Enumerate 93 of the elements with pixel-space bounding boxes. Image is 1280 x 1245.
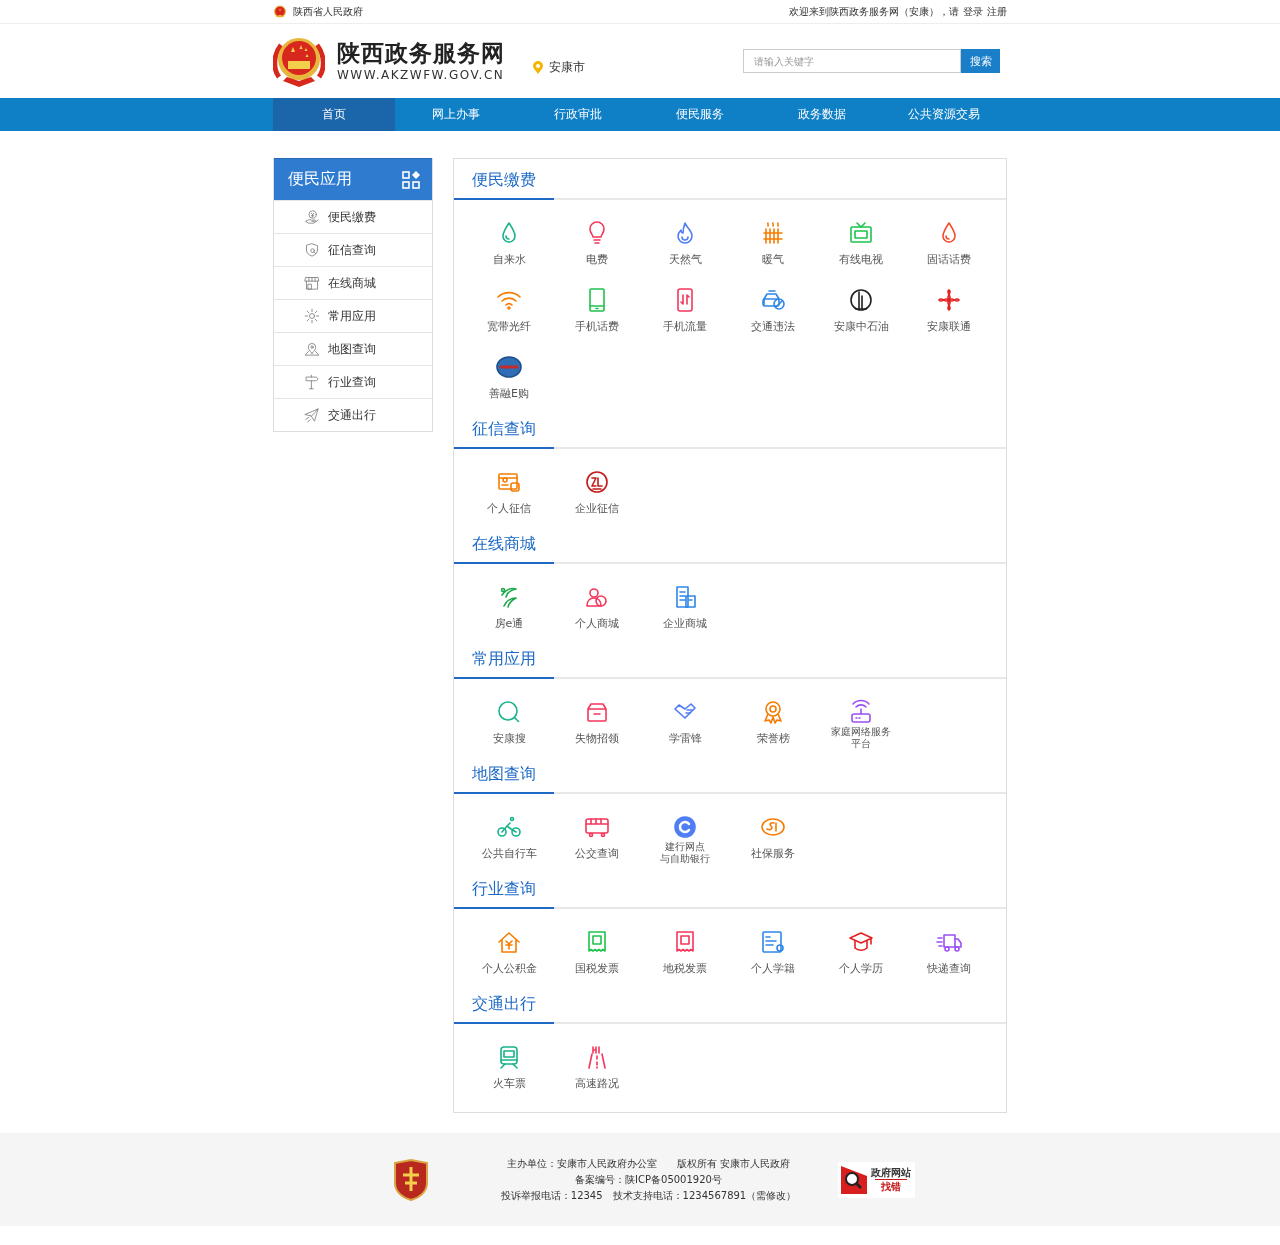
section-title: 在线商城 bbox=[454, 526, 554, 564]
nav-tab[interactable]: 政务数据 bbox=[761, 98, 883, 131]
app-link[interactable]: 公交查询 bbox=[553, 801, 641, 868]
magnifier-icon bbox=[841, 1165, 867, 1194]
app-link[interactable]: 地税发票 bbox=[641, 916, 729, 983]
app-link[interactable]: 房e通 bbox=[465, 571, 553, 638]
app-link[interactable]: 有线电视 bbox=[817, 207, 905, 274]
nav-tab[interactable]: 便民服务 bbox=[639, 98, 761, 131]
search-field[interactable]: 请输入关键字 bbox=[743, 49, 961, 73]
footer-text: 备案编号：陕ICP备05001920号 bbox=[575, 1173, 722, 1186]
paper-plane-icon bbox=[304, 407, 320, 423]
footer-text: 投诉举报电话：12345 技术支持电话：1234567891（需修改） bbox=[500, 1189, 797, 1202]
site-title: 陕西政务服务网 bbox=[337, 39, 505, 67]
hand-coin-icon bbox=[304, 209, 320, 225]
app-link[interactable]: 国税发票 bbox=[553, 916, 641, 983]
shield-badge-icon bbox=[393, 1158, 429, 1201]
stamp-logo-icon bbox=[584, 469, 610, 495]
app-link[interactable]: 高速路况 bbox=[553, 1031, 641, 1098]
app-link[interactable]: 社保服务 bbox=[729, 801, 817, 868]
app-link[interactable]: 火车票 bbox=[465, 1031, 553, 1098]
knot-icon bbox=[936, 287, 962, 313]
section-title: 地图查询 bbox=[454, 756, 554, 794]
location-pin-icon bbox=[533, 60, 543, 74]
app-link[interactable]: 安康搜 bbox=[465, 686, 553, 753]
tv-icon bbox=[848, 220, 874, 246]
section-title: 常用应用 bbox=[454, 641, 554, 679]
app-link[interactable]: 交通违法 bbox=[729, 274, 817, 341]
nav-tab[interactable]: 行政审批 bbox=[517, 98, 639, 131]
app-link[interactable]: 安康中石油 bbox=[817, 274, 905, 341]
app-link[interactable]: 公共自行车 bbox=[465, 801, 553, 868]
map-pin-icon bbox=[304, 341, 320, 357]
top-link[interactable]: 登录 bbox=[963, 4, 983, 19]
section-title: 交通出行 bbox=[454, 986, 554, 1024]
top-link[interactable]: 注册 bbox=[987, 4, 1007, 19]
oval-logo-icon bbox=[496, 354, 522, 380]
circle-logo-icon bbox=[848, 287, 874, 313]
location-name[interactable]: 安康市 bbox=[549, 58, 585, 76]
shop-icon bbox=[304, 275, 320, 291]
nav-tab[interactable]: 首页 bbox=[273, 98, 395, 131]
app-link[interactable]: 快递查询 bbox=[905, 916, 993, 983]
app-link[interactable]: 宽带光纤 bbox=[465, 274, 553, 341]
router-icon bbox=[848, 699, 874, 725]
app-link[interactable]: 自来水 bbox=[465, 207, 553, 274]
app-link[interactable]: 天然气 bbox=[641, 207, 729, 274]
nav-tab[interactable]: 网上办事 bbox=[395, 98, 517, 131]
app-link[interactable]: 手机话费 bbox=[553, 274, 641, 341]
app-link[interactable]: 家庭网络服务 平台 bbox=[817, 686, 905, 753]
app-link[interactable]: 安康联通 bbox=[905, 274, 993, 341]
org-name: 陕西省人民政府 bbox=[293, 4, 363, 19]
app-link[interactable]: 善融E购 bbox=[465, 341, 553, 408]
heater-icon bbox=[760, 220, 786, 246]
app-link[interactable]: 个人公积金 bbox=[465, 916, 553, 983]
app-link[interactable]: 手机流量 bbox=[641, 274, 729, 341]
app-link[interactable]: 电费 bbox=[553, 207, 641, 274]
search-icon bbox=[496, 699, 522, 725]
section-title: 行业查询 bbox=[454, 871, 554, 909]
error-report-badge[interactable]: 政府网站 找错 bbox=[838, 1161, 915, 1198]
app-link[interactable]: 固话话费 bbox=[905, 207, 993, 274]
shield-icon bbox=[304, 242, 320, 258]
app-link[interactable]: 荣誉榜 bbox=[729, 686, 817, 753]
search-button[interactable]: 搜索 bbox=[961, 49, 1000, 73]
sidebar-item[interactable]: 常用应用 bbox=[274, 299, 432, 332]
app-link[interactable]: 个人学历 bbox=[817, 916, 905, 983]
footer-text: 主办单位：安康市人民政府办公室 版权所有 安康市人民政府 bbox=[506, 1157, 791, 1170]
sidebar-item[interactable]: 在线商城 bbox=[274, 266, 432, 299]
emblem-icon bbox=[273, 4, 287, 19]
sidebar-item[interactable]: 行业查询 bbox=[274, 365, 432, 398]
grid-icon bbox=[402, 170, 420, 189]
site-domain: WWW.AKZWFW.GOV.CN bbox=[337, 67, 505, 83]
welcome-text: 欢迎来到陕西政务服务网（安康），请 bbox=[789, 4, 959, 19]
car-icon bbox=[760, 287, 786, 313]
house-icon bbox=[496, 929, 522, 955]
app-link[interactable]: 企业征信 bbox=[553, 456, 641, 523]
sidebar-item[interactable]: 便民缴费 bbox=[274, 200, 432, 233]
section-title: 征信查询 bbox=[454, 411, 554, 449]
document-icon bbox=[760, 929, 786, 955]
app-link[interactable]: 学雷锋 bbox=[641, 686, 729, 753]
app-link[interactable]: 企业商城 bbox=[641, 571, 729, 638]
sidebar-title: 便民应用 bbox=[288, 169, 352, 190]
sidebar-item[interactable]: 征信查询 bbox=[274, 233, 432, 266]
circle-logo-icon bbox=[672, 814, 698, 840]
app-link[interactable]: 个人征信 bbox=[465, 456, 553, 523]
app-link[interactable]: 个人学籍 bbox=[729, 916, 817, 983]
app-link[interactable]: 失物招领 bbox=[553, 686, 641, 753]
section-title: 便民缴费 bbox=[454, 162, 554, 200]
app-link[interactable]: 个人商城 bbox=[553, 571, 641, 638]
sidebar-item[interactable]: 地图查询 bbox=[274, 332, 432, 365]
nav-tab[interactable]: 公共资源交易 bbox=[883, 98, 1005, 131]
bicycle-icon bbox=[496, 814, 522, 840]
signpost-icon bbox=[304, 374, 320, 390]
app-link[interactable]: 建行网点 与自助银行 bbox=[641, 801, 729, 868]
app-link[interactable]: 暖气 bbox=[729, 207, 817, 274]
sidebar-item[interactable]: 交通出行 bbox=[274, 398, 432, 431]
